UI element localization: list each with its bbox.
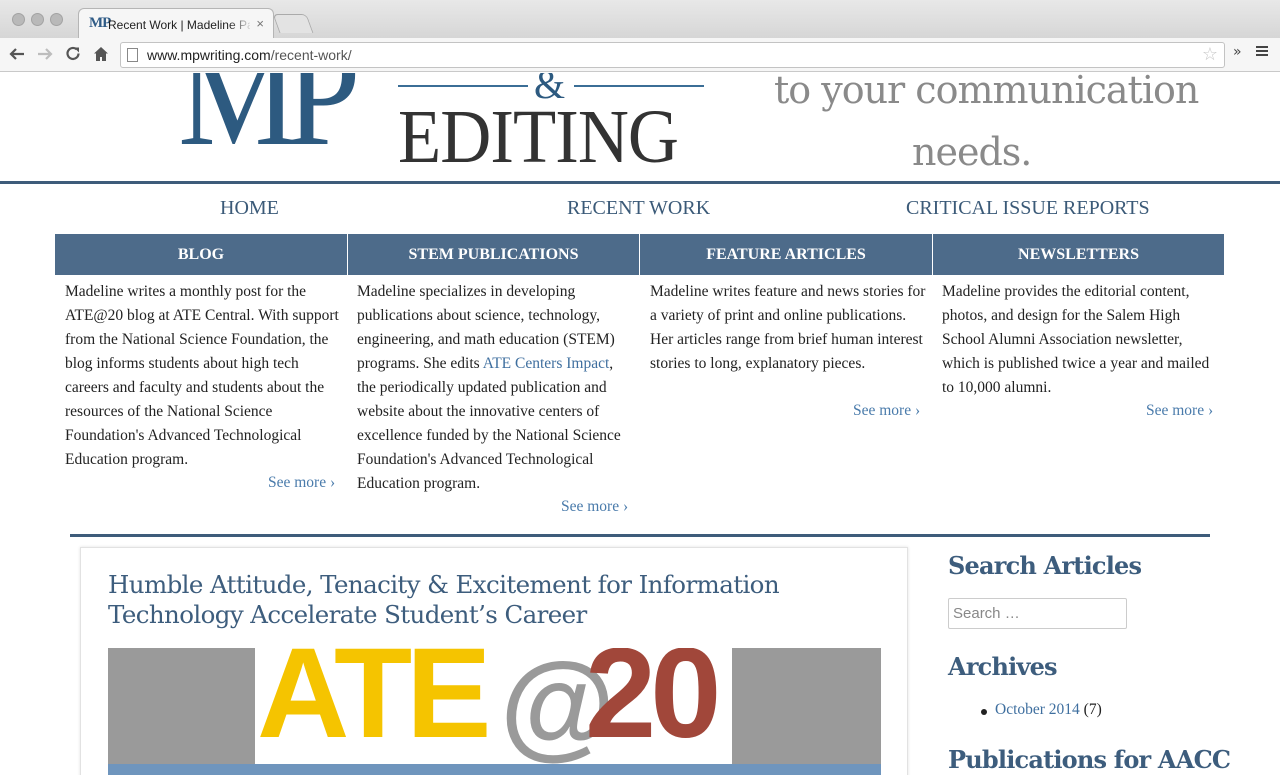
tagline: needs. <box>912 130 1032 174</box>
section-divider <box>70 534 1210 537</box>
browser-toolbar: www.mpwriting.com/recent-work/ ☆ » <box>0 38 1280 72</box>
category-header-blog[interactable]: BLOG <box>55 234 347 275</box>
url-text[interactable]: www.mpwriting.com/recent-work/ <box>147 47 352 63</box>
category-header-feature-articles[interactable]: FEATURE ARTICLES <box>640 234 932 275</box>
logo-editing-word: EDITING <box>398 95 679 179</box>
image-bottom-band <box>108 764 881 775</box>
url-path: /recent-work/ <box>270 47 352 63</box>
hamburger-menu-icon[interactable] <box>1255 44 1269 62</box>
tab-close-icon[interactable]: × <box>256 16 264 31</box>
see-more-link-newsletters[interactable]: See more › <box>1146 402 1213 420</box>
chevron-double-right-icon[interactable]: » <box>1233 44 1242 60</box>
article-featured-image[interactable]: ATE @ 20 <box>108 648 881 775</box>
nav-recent-work[interactable]: RECENT WORK <box>567 197 710 220</box>
tab-title-fade <box>229 15 253 33</box>
star-icon[interactable]: ☆ <box>1202 44 1218 65</box>
see-more-link-feature-articles[interactable]: See more › <box>853 402 920 420</box>
tagline: to your communication <box>774 73 1199 112</box>
category-header-stem-publications[interactable]: STEM PUBLICATIONS <box>348 234 639 275</box>
category-description-blog: Madeline writes a monthly post for the A… <box>65 283 339 468</box>
list-bullet <box>981 709 987 715</box>
back-arrow-icon[interactable] <box>6 43 28 65</box>
category-description-newsletters: Madeline provides the editorial content,… <box>942 283 1210 396</box>
reload-icon[interactable] <box>62 43 84 65</box>
archive-link-october-2014[interactable]: October 2014 <box>995 701 1080 718</box>
ate-centers-impact-link[interactable]: ATE Centers Impact <box>483 355 610 372</box>
browser-tab-strip: MP Recent Work | Madeline Pa × <box>0 0 1280 39</box>
logo-mp-letters: MP <box>178 73 361 177</box>
see-more-link-blog[interactable]: See more › <box>268 474 335 492</box>
browser-tab-active[interactable]: MP Recent Work | Madeline Pa × <box>78 8 274 39</box>
logo-rule <box>398 85 528 87</box>
text-span: , the periodically updated publication a… <box>357 355 621 492</box>
article-title-link[interactable]: Humble Attitude, Tenacity & Excitement f… <box>108 570 888 630</box>
nav-home[interactable]: HOME <box>220 197 279 220</box>
category-description-feature-articles: Madeline writes feature and news stories… <box>650 283 926 372</box>
category-header-newsletters[interactable]: NEWSLETTERS <box>933 234 1224 275</box>
address-bar[interactable]: www.mpwriting.com/recent-work/ ☆ <box>120 42 1225 68</box>
publications-for-aacc-heading: Publications for AACC <box>948 745 1231 774</box>
home-icon[interactable] <box>90 43 112 65</box>
new-tab-button[interactable] <box>272 14 314 33</box>
forward-arrow-icon[interactable] <box>34 43 56 65</box>
url-domain: www.mpwriting.com <box>147 47 271 63</box>
see-more-link-stem[interactable]: See more › <box>561 498 628 516</box>
logo-rule <box>574 85 704 87</box>
archive-list-item: October 2014 (7) <box>995 701 1102 719</box>
search-input[interactable] <box>948 598 1127 629</box>
archives-heading: Archives <box>948 652 1058 681</box>
header-divider <box>0 181 1280 184</box>
ate20-logo-ate: ATE <box>257 648 491 765</box>
article-card: Humble Attitude, Tenacity & Excitement f… <box>80 547 908 775</box>
ate20-logo-20: 20 <box>585 648 721 765</box>
nav-critical-issue-reports[interactable]: CRITICAL ISSUE REPORTS <box>906 197 1150 220</box>
window-minimize-icon[interactable] <box>31 13 44 26</box>
window-close-icon[interactable] <box>12 13 25 26</box>
category-description-stem: Madeline specializes in developing publi… <box>357 280 635 496</box>
archive-count: (7) <box>1079 701 1102 718</box>
ate20-logo-image: ATE @ 20 <box>255 648 732 775</box>
web-page: MP & EDITING to your communication needs… <box>0 73 1280 775</box>
window-zoom-icon[interactable] <box>50 13 63 26</box>
page-icon <box>127 48 138 62</box>
search-articles-heading: Search Articles <box>948 551 1142 580</box>
